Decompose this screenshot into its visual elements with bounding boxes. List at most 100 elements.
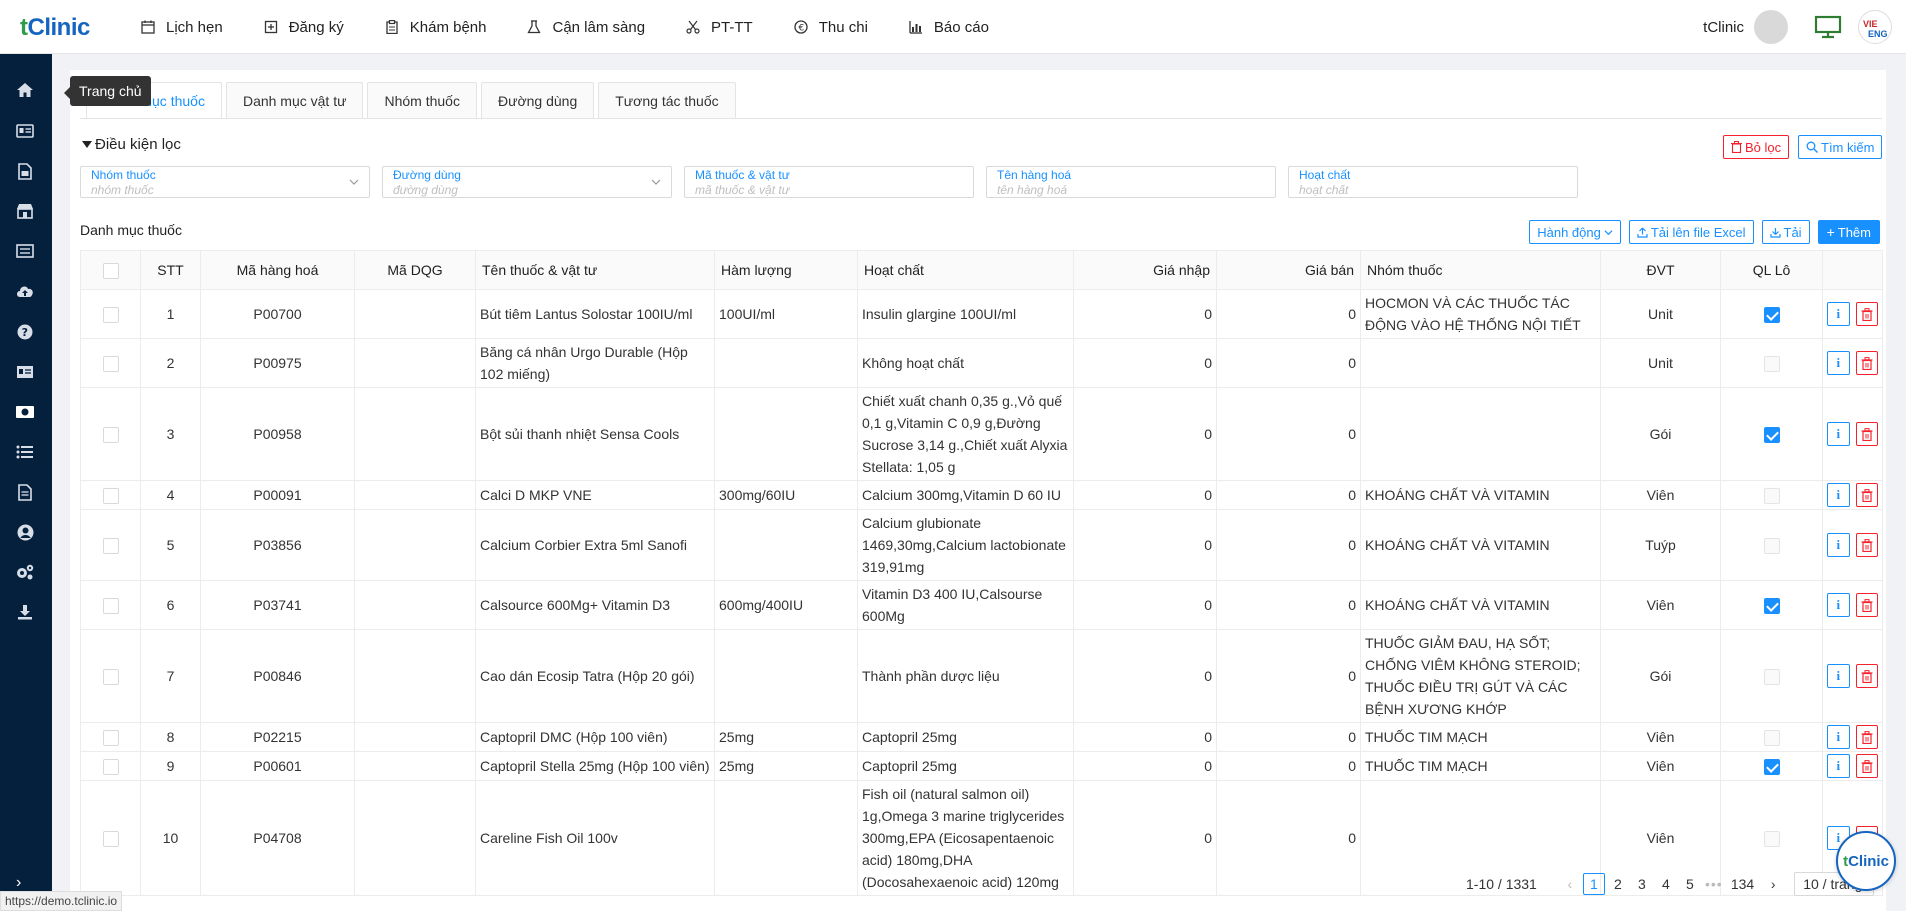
info-icon[interactable]: i [1827,351,1850,375]
next-page-icon[interactable]: › [1762,873,1784,895]
lot-checkbox[interactable] [1763,307,1780,324]
info-icon[interactable]: i [1827,593,1850,617]
header-ma-hang-hoa[interactable]: Mã hàng hoá [200,250,355,290]
settings-icon[interactable] [14,562,36,582]
select-all-checkbox[interactable] [102,262,119,279]
table-row[interactable]: 6 P03741 Calsource 600Mg+ Vitamin D3 600mg/… [80,580,1883,630]
cash-icon[interactable] [14,402,36,422]
info-icon[interactable]: i [1827,725,1850,749]
lot-checkbox[interactable] [1763,759,1780,776]
lot-checkbox[interactable] [1763,538,1780,555]
search-button[interactable]: Tìm kiếm [1798,135,1883,159]
filter-ten-hang-hoa-input[interactable]: Tên hàng hoá tên hàng hoá [986,166,1276,198]
page-5[interactable]: 5 [1679,873,1701,895]
delete-icon[interactable] [1855,483,1878,507]
header-hoat-chat[interactable]: Hoạt chất [857,250,1074,290]
filter-ma-thuoc-input[interactable]: Mã thuốc & vật tư mã thuốc & vật tư [684,166,974,198]
delete-icon[interactable] [1855,422,1878,446]
upload-excel-button[interactable]: Tải lên file Excel [1628,220,1754,244]
page-last[interactable]: 134 [1731,873,1754,895]
table-row[interactable]: 9 P00601 Captopril Stella 25mg (Hộp 100 vi… [80,751,1883,781]
table-row[interactable]: 5 P03856 Calcium Corbier Extra 5ml Sanofi C… [80,509,1883,581]
lot-checkbox[interactable] [1763,831,1780,848]
nav-kham-benh[interactable]: Khám bệnh [384,19,486,36]
lot-checkbox[interactable] [1763,488,1780,505]
nav-thu-chi[interactable]: € Thu chi [793,19,868,36]
header-nhom-thuoc[interactable]: Nhóm thuốc [1360,250,1601,290]
page-4[interactable]: 4 [1655,873,1677,895]
document-icon[interactable] [14,161,36,181]
download-icon[interactable] [14,602,36,622]
cloud-upload-icon[interactable] [14,281,36,301]
row-checkbox[interactable] [102,356,119,373]
action-dropdown-button[interactable]: Hành động [1529,220,1621,244]
info-icon[interactable]: i [1827,664,1850,688]
tclinic-chat-button[interactable]: t Clinic [1836,831,1896,891]
nav-dang-ky[interactable]: Đăng ký [263,19,344,36]
tab-tuong-tac-thuoc[interactable]: Tương tác thuốc [598,82,736,118]
nav-lich-hen[interactable]: Lịch hẹn [140,19,223,36]
app-logo[interactable]: tClinic [20,14,90,42]
list-icon[interactable] [14,241,36,261]
card-icon[interactable] [14,362,36,382]
tab-nhom-thuoc[interactable]: Nhóm thuốc [367,82,477,118]
lot-checkbox[interactable] [1763,427,1780,444]
header-stt[interactable]: STT [140,250,201,290]
info-icon[interactable]: i [1827,422,1850,446]
nav-can-lam-sang[interactable]: Cận lâm sàng [526,19,645,36]
delete-icon[interactable] [1855,302,1878,326]
table-row[interactable]: 2 P00975 Băng cá nhân Urgo Durable (Hộp 10… [80,338,1883,388]
row-checkbox[interactable] [102,759,119,776]
lot-checkbox[interactable] [1763,598,1780,615]
table-row[interactable]: 3 P00958 Bột sủi thanh nhiệt Sensa Cools Ch… [80,387,1883,481]
row-checkbox[interactable] [102,307,119,324]
row-checkbox[interactable] [102,669,119,686]
prev-page-icon[interactable]: ‹ [1559,873,1581,895]
info-icon[interactable]: i [1827,754,1850,778]
lot-checkbox[interactable] [1763,356,1780,373]
header-dvt[interactable]: ĐVT [1600,250,1721,290]
menu-list-icon[interactable] [14,442,36,462]
delete-icon[interactable] [1855,664,1878,688]
info-icon[interactable]: i [1827,533,1850,557]
filter-toggle[interactable]: Điều kiện lọc [82,136,181,153]
delete-icon[interactable] [1855,533,1878,557]
download-button[interactable]: Tải [1761,220,1810,244]
header-ql-lo[interactable]: QL Lô [1720,250,1823,290]
filter-duong-dung-select[interactable]: Đường dùng đường dùng [382,166,672,198]
row-checkbox[interactable] [102,831,119,848]
header-ham-luong[interactable]: Hàm lượng [714,250,858,290]
header-ma-dqg[interactable]: Mã DQG [354,250,476,290]
store-icon[interactable] [14,201,36,221]
user-circle-icon[interactable] [14,522,36,542]
table-row[interactable]: 8 P02215 Captopril DMC (Hộp 100 viên) 25mg C… [80,722,1883,752]
delete-icon[interactable] [1855,351,1878,375]
row-checkbox[interactable] [102,730,119,747]
monitor-icon[interactable] [1814,15,1842,39]
nav-pt-tt[interactable]: PT-TT [685,19,753,36]
header-ten-thuoc[interactable]: Tên thuốc & vật tư [475,250,715,290]
info-icon[interactable]: i [1827,483,1850,507]
header-gia-nhap[interactable]: Giá nhập [1073,250,1217,290]
tab-danh-muc-vat-tu[interactable]: Danh mục vật tư [225,82,364,118]
add-button[interactable]: + Thêm [1817,220,1880,244]
filter-hoat-chat-input[interactable]: Hoạt chất hoạt chất [1288,166,1578,198]
row-checkbox[interactable] [102,427,119,444]
sidebar-expand-icon[interactable]: › [16,874,21,892]
filter-nhom-thuoc-select[interactable]: Nhóm thuốc nhóm thuốc [80,166,370,198]
table-row[interactable]: 4 P00091 Calci D MKP VNE 300mg/60IU Calcium … [80,480,1883,510]
delete-icon[interactable] [1855,754,1878,778]
page-2[interactable]: 2 [1607,873,1629,895]
page-1[interactable]: 1 [1582,873,1605,895]
row-checkbox[interactable] [102,488,119,505]
language-flag-icon[interactable]: VIE ENG [1858,10,1892,44]
id-card-icon[interactable] [14,121,36,141]
table-row[interactable]: 1 P00700 Bút tiêm Lantus Solostar 100IU/ml… [80,289,1883,339]
info-icon[interactable]: i [1827,302,1850,326]
file-icon[interactable] [14,482,36,502]
page-jump-next[interactable]: ••• [1703,873,1725,895]
nav-bao-cao[interactable]: Báo cáo [908,19,989,36]
table-row[interactable]: 7 P00846 Cao dán Ecosip Tatra (Hộp 20 gói)… [80,629,1883,723]
header-gia-ban[interactable]: Giá bán [1216,250,1361,290]
avatar[interactable] [1754,10,1788,44]
